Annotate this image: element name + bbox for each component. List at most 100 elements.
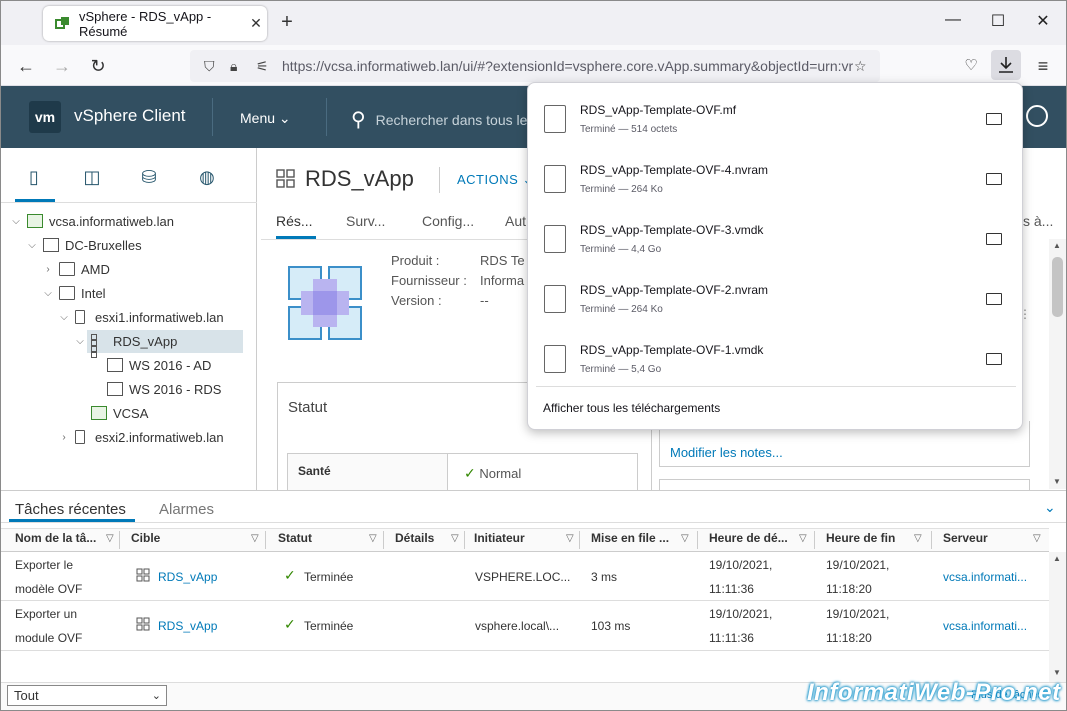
tree-item-amd[interactable]: › AMD: [41, 258, 110, 280]
tab-more[interactable]: s à...: [1023, 213, 1053, 229]
scrollbar-thumb[interactable]: [1052, 257, 1063, 317]
chevron-down-icon[interactable]: ⌵: [25, 240, 39, 251]
tab-close-icon[interactable]: ✕: [245, 15, 267, 32]
tab-permissions[interactable]: Aut: [505, 213, 526, 229]
hosts-clusters-icon[interactable]: ▯: [22, 167, 46, 191]
folder-icon[interactable]: [986, 173, 1002, 185]
tab-configure[interactable]: Config...: [422, 213, 474, 229]
url-bar[interactable]: ⛉ 🔒︎ ⚟ https://vcsa.informatiweb.lan/ui/…: [190, 50, 880, 82]
filter-icon[interactable]: ▽: [106, 533, 114, 544]
chevron-down-icon[interactable]: ⌵: [41, 288, 55, 299]
tree-item-vcsa[interactable]: ⌵ vcsa.informatiweb.lan: [9, 210, 174, 232]
column-divider[interactable]: [119, 531, 120, 549]
tree-item-ws2016-ad[interactable]: WS 2016 - AD: [107, 354, 211, 376]
hamburger-menu-icon[interactable]: ≡: [1032, 55, 1054, 77]
lock-icon[interactable]: 🔒︎: [230, 58, 248, 75]
tree-item-ws2016-rds[interactable]: WS 2016 - RDS: [107, 378, 221, 400]
tab-alarms[interactable]: Alarmes: [159, 501, 214, 518]
download-item[interactable]: RDS_vApp-Template-OVF-4.nvram Terminé — …: [528, 157, 1022, 217]
target-link[interactable]: RDS_vApp: [158, 619, 217, 633]
column-divider[interactable]: [265, 531, 266, 549]
scroll-up-icon[interactable]: ▲: [1053, 241, 1061, 250]
tree-item-rds-vapp[interactable]: ⌵ RDS_vApp: [73, 330, 177, 358]
downloads-button[interactable]: [991, 50, 1021, 80]
tab-summary[interactable]: Rés...: [276, 213, 313, 229]
filter-icon[interactable]: ▽: [369, 533, 377, 544]
chevron-right-icon[interactable]: ›: [57, 432, 71, 443]
folder-icon[interactable]: [986, 353, 1002, 365]
col-server[interactable]: Serveur: [943, 531, 988, 545]
folder-icon[interactable]: [986, 293, 1002, 305]
column-divider[interactable]: [579, 531, 580, 549]
show-all-downloads-link[interactable]: Afficher tous les téléchargements: [543, 401, 720, 415]
forward-icon[interactable]: →: [51, 55, 73, 77]
global-search[interactable]: ⚲ Rechercher dans tous le: [351, 107, 527, 132]
col-start-time[interactable]: Heure de dé...: [709, 531, 788, 545]
reload-icon[interactable]: ↻: [87, 55, 109, 77]
scroll-up-icon[interactable]: ▲: [1053, 554, 1061, 563]
scroll-down-icon[interactable]: ▼: [1053, 668, 1061, 677]
filter-icon[interactable]: ▽: [914, 533, 922, 544]
chevron-down-icon[interactable]: ⌵: [57, 312, 71, 323]
tasks-scrollbar[interactable]: ▲ ▼: [1049, 552, 1066, 682]
scroll-down-icon[interactable]: ▼: [1053, 477, 1061, 486]
storage-icon[interactable]: ⛁: [137, 167, 161, 191]
filter-icon[interactable]: ▽: [681, 533, 689, 544]
download-item[interactable]: RDS_vApp-Template-OVF.mf Terminé — 514 o…: [528, 97, 1022, 157]
new-tab-icon[interactable]: +: [277, 11, 297, 34]
tree-item-vcsa-vm[interactable]: VCSA: [91, 402, 148, 424]
column-divider[interactable]: [931, 531, 932, 549]
tab-recent-tasks[interactable]: Tâches récentes: [15, 501, 126, 518]
col-queued[interactable]: Mise en file ...: [591, 531, 669, 545]
col-status[interactable]: Statut: [278, 531, 312, 545]
tab-monitor[interactable]: Surv...: [346, 213, 385, 229]
actions-button[interactable]: ACTIONS ⌄: [457, 172, 534, 188]
folder-icon[interactable]: [986, 233, 1002, 245]
feedback-smiley-icon[interactable]: [1026, 105, 1048, 127]
folder-icon[interactable]: [986, 113, 1002, 125]
tree-item-intel[interactable]: ⌵ Intel: [41, 282, 105, 304]
content-scrollbar[interactable]: ▲ ▼: [1049, 239, 1066, 489]
menu-button[interactable]: Menu ⌄: [240, 110, 291, 127]
filter-icon[interactable]: ▽: [451, 533, 459, 544]
tree-item-datacenter[interactable]: ⌵ DC-Bruxelles: [25, 234, 141, 256]
filter-icon[interactable]: ▽: [251, 533, 259, 544]
column-divider[interactable]: [814, 531, 815, 549]
download-item[interactable]: RDS_vApp-Template-OVF-1.vmdk Terminé — 5…: [528, 337, 1022, 397]
server-link[interactable]: vcsa.informati...: [943, 570, 1027, 584]
column-divider[interactable]: [383, 531, 384, 549]
maximize-icon[interactable]: ☐: [988, 11, 1008, 31]
chevron-down-icon[interactable]: ⌵: [9, 216, 23, 227]
filter-icon[interactable]: ▽: [566, 533, 574, 544]
browser-tab[interactable]: vSphere - RDS_vApp - Résumé ✕: [43, 6, 267, 41]
networking-icon[interactable]: ◍: [195, 167, 219, 191]
task-filter-select[interactable]: Tout ⌄: [7, 685, 167, 706]
col-details[interactable]: Détails: [395, 531, 434, 545]
shield-icon[interactable]: ⛉: [204, 58, 222, 75]
collapse-panel-icon[interactable]: ⌄: [1044, 499, 1056, 516]
permissions-icon[interactable]: ⚟: [256, 58, 274, 75]
tree-item-esxi2[interactable]: › esxi2.informatiweb.lan: [57, 426, 223, 448]
column-divider[interactable]: [697, 531, 698, 549]
modify-notes-link[interactable]: Modifier les notes...: [670, 445, 783, 460]
col-target[interactable]: Cible: [131, 531, 160, 545]
minimize-icon[interactable]: —: [943, 11, 963, 31]
tree-item-esxi1[interactable]: ⌵ esxi1.informatiweb.lan: [57, 306, 223, 328]
filter-icon[interactable]: ▽: [1033, 533, 1041, 544]
chevron-down-icon[interactable]: ⌵: [73, 336, 87, 347]
server-link[interactable]: vcsa.informati...: [943, 619, 1027, 633]
download-item[interactable]: RDS_vApp-Template-OVF-3.vmdk Terminé — 4…: [528, 217, 1022, 277]
back-icon[interactable]: ←: [15, 55, 37, 77]
close-window-icon[interactable]: ✕: [1033, 11, 1053, 31]
col-end-time[interactable]: Heure de fin: [826, 531, 895, 545]
chevron-right-icon[interactable]: ›: [41, 264, 55, 275]
column-divider[interactable]: [464, 531, 465, 549]
col-initiator[interactable]: Initiateur: [474, 531, 525, 545]
col-task-name[interactable]: Nom de la tâ...: [15, 531, 96, 545]
vms-templates-icon[interactable]: ◫: [80, 167, 104, 191]
pocket-icon[interactable]: ♡: [960, 55, 982, 77]
download-item[interactable]: RDS_vApp-Template-OVF-2.nvram Terminé — …: [528, 277, 1022, 337]
bookmark-star-icon[interactable]: ☆: [854, 58, 872, 75]
target-link[interactable]: RDS_vApp: [158, 570, 217, 584]
filter-icon[interactable]: ▽: [799, 533, 807, 544]
